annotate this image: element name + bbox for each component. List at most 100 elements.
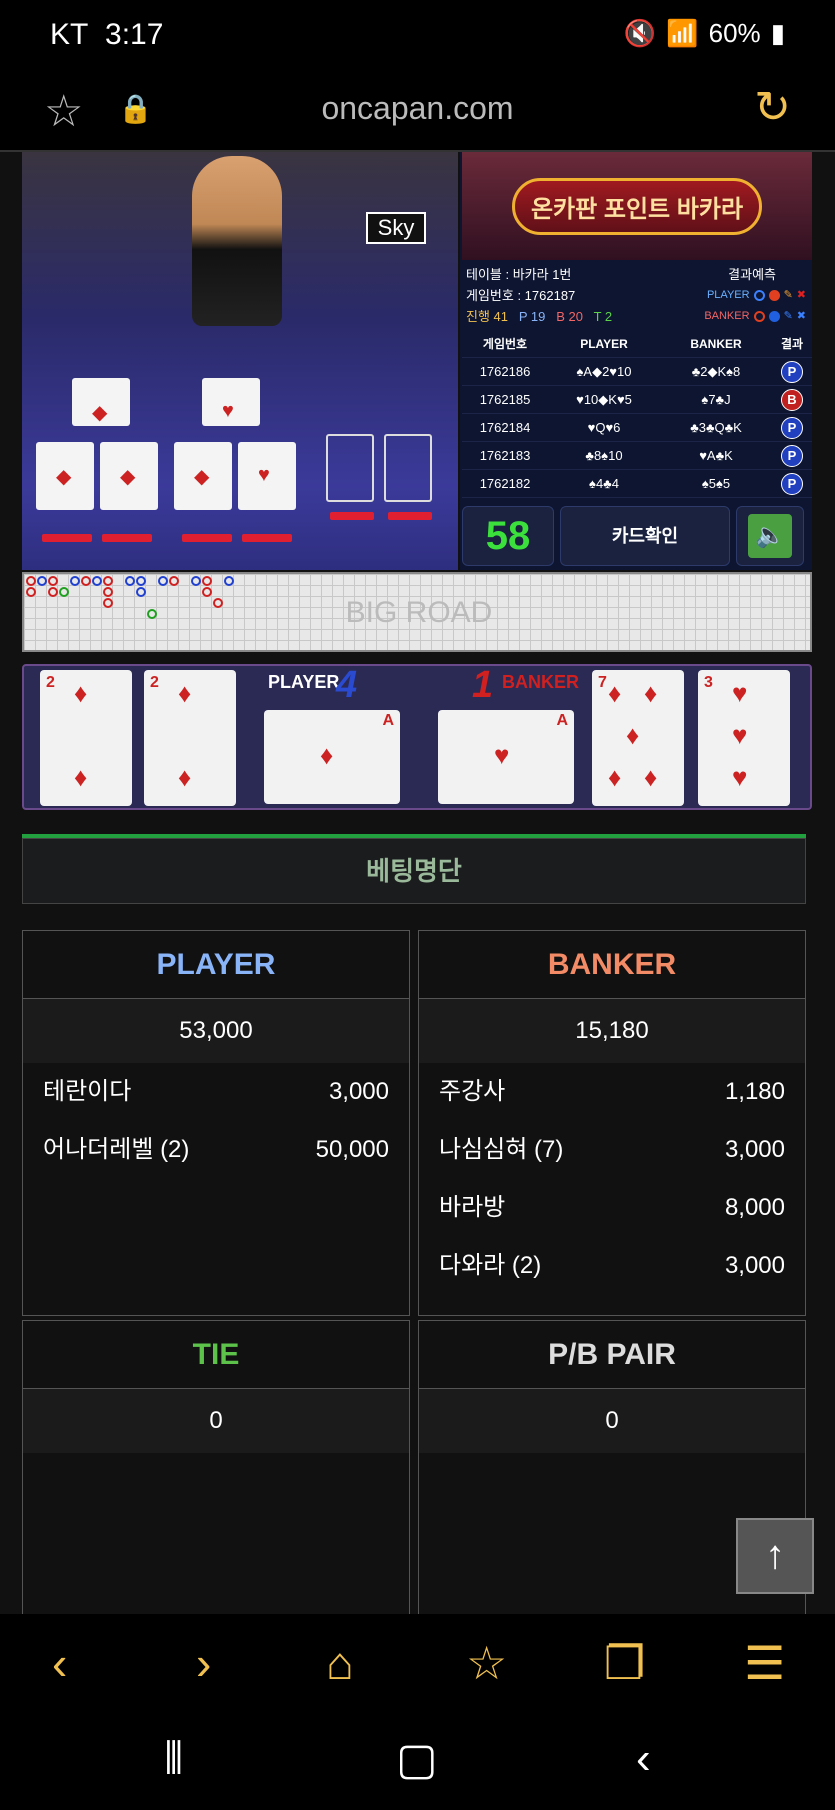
big-road-board: BIG ROAD [22, 572, 812, 652]
history-player: ♠4♣4 [589, 476, 619, 491]
diamond-suit-icon: ♦ [74, 678, 88, 708]
progress-count: 진행 41 [466, 309, 508, 324]
bookmarks-icon[interactable]: ☆ [466, 1636, 507, 1690]
road-marker [48, 576, 58, 586]
pred-dot-icon[interactable] [768, 311, 780, 322]
back-icon[interactable]: ‹ [52, 1636, 67, 1690]
tie-bets-label: TIE [23, 1321, 409, 1389]
video-card: ◆ [36, 442, 94, 510]
bet-entry: 주강사 1,180 [419, 1063, 805, 1121]
pred-x-icon[interactable]: ✖ [797, 285, 806, 306]
video-card: ◆ [72, 378, 130, 426]
result-badge: B [781, 388, 803, 411]
history-banker: ♣2◆K♠8 [691, 363, 741, 379]
history-result: B [772, 388, 812, 411]
heart-suit-icon: ♥ [494, 740, 510, 770]
history-col-banker: BANKER [690, 336, 742, 351]
history-player: ♣8♠10 [585, 448, 623, 463]
pred-dot-icon[interactable] [768, 290, 780, 301]
history-no: 1762185 [479, 392, 531, 407]
pred-circle-icon[interactable] [753, 290, 765, 301]
history-no: 1762183 [479, 448, 531, 463]
banker-bets-box: BANKER 15,180 주강사 1,180 나심심혀 (7) 3,000 바… [418, 930, 806, 1316]
baccarat-game: Sky ◆ ◆ ◆ ♥ ◆ ♥ 온카판 포인트 바카라 테이블 : 바카라 1번 [22, 152, 812, 812]
pred-x-icon[interactable]: ✖ [797, 306, 806, 327]
video-card-slot [326, 434, 374, 502]
history-result: P [772, 444, 812, 467]
card-rank: A [382, 712, 394, 729]
player-card: 2 ♦ ♦ [40, 670, 132, 806]
banker-bets-total: 15,180 [419, 999, 805, 1063]
history-no: 1762186 [479, 364, 531, 379]
pred-banker-label: BANKER [704, 310, 750, 322]
bettor-name: 테란이다 [43, 1078, 132, 1105]
history-col-result: 결과 [780, 337, 804, 351]
history-row: 1762184 ♥Q♥6 ♣3♣Q♣K P [462, 414, 812, 442]
road-marker [147, 609, 157, 619]
browser-url-bar: ☆ 🔒 oncapan.com ↻ [0, 72, 835, 152]
system-back-icon[interactable]: ‹ [636, 1734, 651, 1784]
diamond-suit-icon: ♦ [644, 678, 658, 708]
history-table: 게임번호 PLAYER BANKER 결과 1762186 ♠A◆2♥10 ♣2… [462, 330, 812, 498]
card-check-button[interactable]: 카드확인 [560, 506, 730, 566]
history-banker: ♥A♣K [699, 448, 733, 463]
speaker-icon[interactable]: 🔈 [748, 514, 792, 558]
tie-count: T 2 [593, 309, 613, 324]
home-icon[interactable]: ⌂ [326, 1636, 354, 1690]
game-controls: 58 카드확인 🔈 [462, 506, 812, 568]
road-marker [26, 587, 36, 597]
video-slot-light [242, 534, 292, 542]
banker-count: B 20 [556, 309, 583, 324]
bet-entry: 나심심혀 (7) 3,000 [419, 1121, 805, 1179]
result-badge: P [781, 360, 803, 383]
menu-icon[interactable]: ☰ [744, 1636, 785, 1690]
table-sign: Sky [366, 212, 426, 244]
tie-bets-box: TIE 0 [22, 1320, 410, 1614]
prediction-player: PLAYER ✎ ✖ [707, 285, 806, 306]
mute-icon: 🔇 [623, 18, 657, 48]
page-content: Sky ◆ ◆ ◆ ♥ ◆ ♥ 온카판 포인트 바카라 테이블 : 바카라 1번 [0, 152, 835, 1614]
carrier-label: KT [50, 18, 89, 51]
bet-amount: 3,000 [724, 1136, 785, 1163]
history-col-player: PLAYER [580, 336, 628, 351]
clock: 3:17 [105, 18, 164, 51]
arrow-up-icon[interactable]: ↑ [765, 1533, 785, 1577]
player-bets-label: PLAYER [23, 931, 409, 999]
dealt-cards-bar: 2 ♦ ♦ 2 ♦ ♦ PLAYER 4 A ♦ 1 BANKER A ♥ 7 [22, 664, 812, 810]
video-slot-light [42, 534, 92, 542]
road-marker [191, 576, 201, 586]
progress-counts: 진행 41 P 19 B 20 T 2 [466, 306, 612, 327]
scroll-to-top-button[interactable]: ↑ [736, 1518, 814, 1594]
history-row: 1762186 ♠A◆2♥10 ♣2◆K♠8 P [462, 358, 812, 386]
pred-player-label: PLAYER [706, 289, 750, 301]
bettor-name: 주강사 [439, 1078, 506, 1105]
wifi-icon: 📶 [666, 18, 699, 48]
tabs-icon[interactable]: ❐ [604, 1636, 645, 1690]
battery-percent: 60% [708, 18, 761, 48]
road-marker [59, 587, 69, 597]
history-banker: ♣3♣Q♣K [690, 420, 742, 435]
pred-circle-icon[interactable] [753, 311, 765, 322]
pred-pencil-icon[interactable]: ✎ [784, 285, 793, 306]
road-marker [158, 576, 168, 586]
history-header: 게임번호 PLAYER BANKER 결과 [462, 330, 812, 358]
url-text[interactable]: oncapan.com [0, 90, 835, 127]
diamond-suit-icon: ♦ [626, 720, 640, 750]
home-button-icon[interactable]: ▢ [396, 1734, 438, 1785]
big-road-title: BIG ROAD [345, 596, 493, 629]
recent-apps-icon[interactable]: ⦀ [164, 1734, 183, 1784]
banner-title: 온카판 포인트 바카라 [511, 177, 763, 235]
card-rank: 3 [704, 674, 713, 691]
history-result: P [772, 472, 812, 495]
bet-amount: 1,180 [724, 1078, 785, 1105]
bettor-name: 다와라 (2) [439, 1252, 542, 1279]
video-card: ♥ [202, 378, 260, 426]
history-col-no: 게임번호 [482, 337, 528, 351]
forward-icon[interactable]: › [196, 1636, 211, 1690]
sound-button[interactable]: 🔈 [736, 506, 804, 566]
video-card: ♥ [238, 442, 296, 510]
bet-amount: 8,000 [724, 1194, 785, 1221]
banker-card: 7 ♦ ♦ ♦ ♦ ♦ [592, 670, 684, 806]
pred-pencil-icon[interactable]: ✎ [784, 306, 793, 327]
reload-icon[interactable]: ↻ [754, 82, 791, 133]
